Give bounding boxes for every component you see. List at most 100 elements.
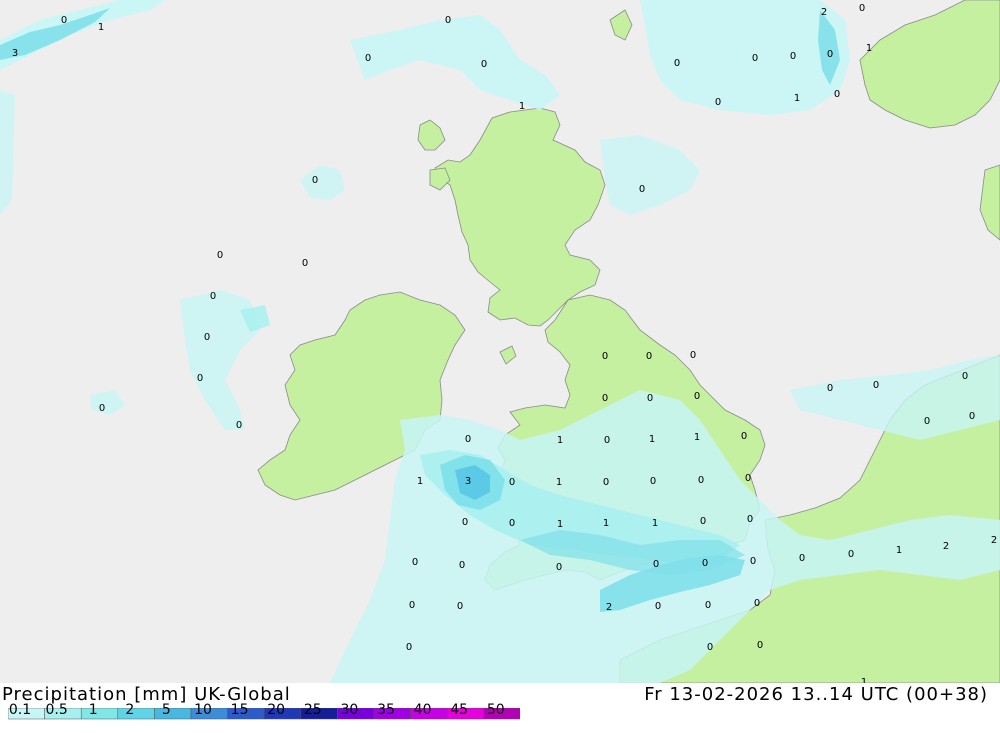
legend-label: 0.5 bbox=[45, 702, 68, 718]
valid-time: Fr 13-02-2026 13..14 UTC (00+38) bbox=[644, 684, 988, 705]
legend-label: 25 bbox=[303, 702, 322, 718]
footer: Precipitation [mm] UK-Global Fr 13-02-20… bbox=[0, 683, 1000, 733]
legend-label: 35 bbox=[377, 702, 395, 718]
map-value-label: 0 bbox=[790, 51, 796, 62]
map-value-label: 1 bbox=[794, 93, 800, 104]
map-value-label: 0 bbox=[312, 175, 318, 186]
map-value-label: 1 bbox=[98, 22, 104, 33]
map-value-label: 0 bbox=[827, 383, 833, 394]
map-value-label: 3 bbox=[465, 476, 471, 487]
map-value-label: 0 bbox=[197, 373, 203, 384]
map-value-label: 0 bbox=[745, 473, 751, 484]
legend-label: 15 bbox=[230, 702, 249, 718]
map-value-label: 0 bbox=[412, 557, 418, 568]
map-value-label: 0 bbox=[509, 477, 515, 488]
map-value-label: 0 bbox=[210, 291, 216, 302]
map-value-label: 0 bbox=[969, 411, 975, 422]
map-value-label: 0 bbox=[99, 403, 105, 414]
legend-label: 50 bbox=[486, 702, 505, 718]
map-value-label: 1 bbox=[652, 518, 658, 529]
map-value-label: 1 bbox=[649, 434, 655, 445]
map-value-label: 0 bbox=[655, 601, 661, 612]
legend-swatch bbox=[154, 708, 192, 720]
map-value-label: 1 bbox=[603, 518, 609, 529]
map-value-label: 0 bbox=[457, 601, 463, 612]
map-value-label: 0 bbox=[603, 477, 609, 488]
map-value-label: 0 bbox=[741, 431, 747, 442]
map-value-label: 0 bbox=[217, 250, 223, 261]
map-value-label: 0 bbox=[707, 642, 713, 653]
map-value-label: 0 bbox=[236, 420, 242, 431]
map-value-label: 0 bbox=[653, 559, 659, 570]
map-value-label: 0 bbox=[602, 393, 608, 404]
map-value-label: 0 bbox=[556, 562, 562, 573]
legend-label: 5 bbox=[161, 702, 171, 718]
legend-label: 20 bbox=[267, 702, 286, 718]
color-legend bbox=[8, 708, 520, 720]
map-value-label: 0 bbox=[754, 598, 760, 609]
map-value-label: 0 bbox=[406, 642, 412, 653]
map-value-label: 0 bbox=[799, 553, 805, 564]
legend-swatch bbox=[80, 708, 119, 720]
map-value-label: 1 bbox=[866, 43, 872, 54]
map-value-label: 0 bbox=[702, 558, 708, 569]
map-value-label: 0 bbox=[602, 351, 608, 362]
map-value-label: 2 bbox=[606, 602, 612, 613]
legend-label: 0.1 bbox=[8, 702, 32, 718]
map-value-label: 0 bbox=[302, 258, 308, 269]
map-value-label: 0 bbox=[481, 59, 487, 70]
map-value-label: 0 bbox=[752, 53, 758, 64]
map-value-label: 0 bbox=[873, 380, 879, 391]
map-value-label: 0 bbox=[365, 53, 371, 64]
map-value-label: 0 bbox=[674, 58, 680, 69]
map-value-label: 0 bbox=[509, 518, 515, 529]
map-value-label: 0 bbox=[924, 416, 930, 427]
map-value-label: 0 bbox=[848, 549, 854, 560]
map-value-label: 0 bbox=[409, 600, 415, 611]
legend-label: 30 bbox=[340, 702, 359, 718]
map-value-label: 1 bbox=[417, 476, 423, 487]
map-value-label: 0 bbox=[700, 516, 706, 527]
map-value-label: 1 bbox=[557, 519, 563, 530]
map-value-label: 0 bbox=[639, 184, 645, 195]
map-value-label: 1 bbox=[896, 545, 902, 556]
map-value-label: 0 bbox=[462, 517, 468, 528]
map-value-label: 0 bbox=[757, 640, 763, 651]
map-value-label: 0 bbox=[445, 15, 451, 26]
map-value-label: 0 bbox=[61, 15, 67, 26]
map-value-label: 0 bbox=[646, 351, 652, 362]
legend-label: 45 bbox=[450, 702, 469, 718]
map-value-label: 0 bbox=[750, 556, 756, 567]
map-value-label: 0 bbox=[962, 371, 968, 382]
map-value-label: 0 bbox=[715, 97, 721, 108]
legend-label: 1 bbox=[88, 702, 98, 718]
map-value-label: 1 bbox=[556, 477, 562, 488]
map-value-label: 2 bbox=[991, 535, 997, 546]
map-value-label: 0 bbox=[694, 391, 700, 402]
map-value-label: 0 bbox=[459, 560, 465, 571]
map-value-label: 3 bbox=[12, 48, 18, 59]
map-value-label: 0 bbox=[465, 434, 471, 445]
map-value-label: 2 bbox=[943, 541, 949, 552]
legend-bar bbox=[8, 708, 520, 720]
map-value-label: 1 bbox=[519, 101, 525, 112]
map-value-label: 1 bbox=[557, 435, 563, 446]
legend-swatch bbox=[117, 708, 155, 720]
map-value-label: 1 bbox=[694, 432, 700, 443]
legend-label: 40 bbox=[413, 702, 432, 718]
map-value-label: 0 bbox=[698, 475, 704, 486]
legend-label: 2 bbox=[125, 702, 135, 718]
map-value-label: 2 bbox=[821, 7, 827, 18]
map-value-label: 0 bbox=[647, 393, 653, 404]
map-value-label: 0 bbox=[204, 332, 210, 343]
map-value-label: 0 bbox=[859, 3, 865, 14]
map-value-label: 0 bbox=[827, 49, 833, 60]
map-value-label: 0 bbox=[747, 514, 753, 525]
map-value-label: 0 bbox=[604, 435, 610, 446]
legend-label: 10 bbox=[194, 702, 212, 718]
map-value-label: 0 bbox=[705, 600, 711, 611]
map-value-label: 0 bbox=[650, 476, 656, 487]
precipitation-map: 0 1 3 0 0 0 1 0 0 0 0 1 0 2 0 1 0 0 0 0 0 0 0 0 0 0 0 0 0 0 0 0 0 0 0 0 0 0 1 0… bbox=[0, 0, 1000, 683]
map-value-label: 0 bbox=[834, 89, 840, 100]
map-value-label: 0 bbox=[690, 350, 696, 361]
